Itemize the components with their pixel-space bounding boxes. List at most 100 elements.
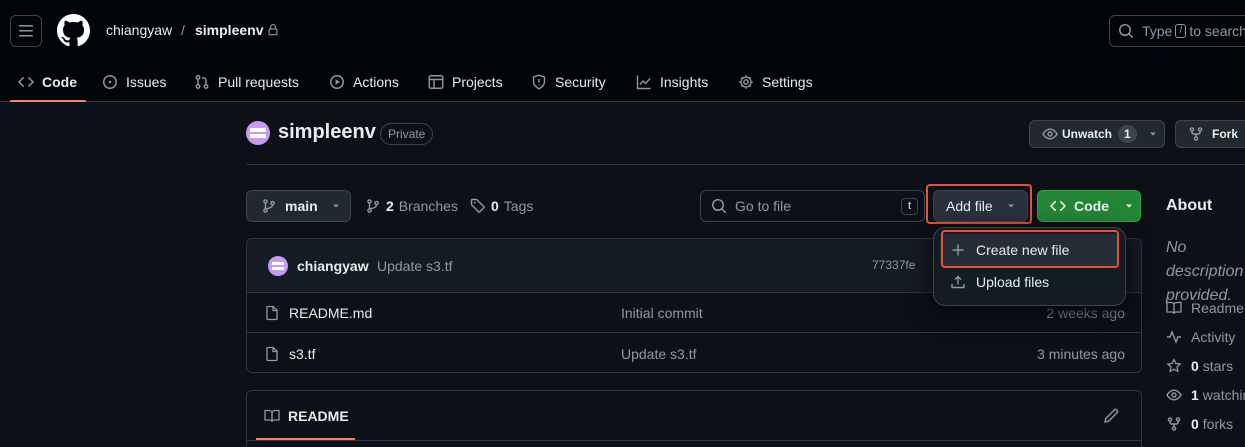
tab-actions[interactable]: Actions bbox=[329, 62, 399, 102]
fork-icon bbox=[1167, 417, 1181, 431]
add-file-button[interactable]: Add file bbox=[933, 190, 1028, 222]
about-activity-link[interactable]: Activity bbox=[1166, 329, 1235, 345]
file-row[interactable]: s3.tf Update s3.tf 3 minutes ago bbox=[247, 334, 1141, 372]
branches-label: Branches bbox=[398, 198, 458, 214]
branch-select-button[interactable]: main bbox=[246, 190, 351, 222]
breadcrumb-separator: / bbox=[181, 22, 185, 38]
tab-issues[interactable]: Issues bbox=[102, 62, 166, 102]
search-icon bbox=[712, 199, 727, 214]
readme-divider bbox=[247, 440, 1141, 441]
tab-code[interactable]: Code bbox=[18, 62, 77, 102]
stars-label: stars bbox=[1202, 358, 1234, 374]
commit-author[interactable]: chiangyaw bbox=[297, 258, 369, 274]
about-activity-label: Activity bbox=[1191, 329, 1236, 345]
search-icon bbox=[1119, 24, 1134, 39]
code-icon bbox=[18, 76, 34, 88]
fork-label: Fork bbox=[1212, 127, 1239, 141]
tab-label: Pull requests bbox=[218, 74, 299, 90]
visibility-badge: Private bbox=[380, 123, 434, 145]
eye-icon bbox=[1042, 128, 1058, 140]
issue-icon bbox=[103, 75, 117, 89]
tab-settings[interactable]: Settings bbox=[738, 62, 813, 102]
file-icon bbox=[266, 346, 278, 362]
book-icon bbox=[264, 409, 280, 423]
search-prefix: Type bbox=[1142, 23, 1173, 39]
fork-icon bbox=[1189, 127, 1203, 141]
tags-link[interactable]: 0 Tags bbox=[470, 198, 533, 214]
code-button-label: Code bbox=[1074, 198, 1109, 214]
repo-owner-avatar bbox=[246, 121, 270, 145]
breadcrumb-repo[interactable]: simpleenv bbox=[195, 22, 263, 38]
about-readme-link[interactable]: Readme bbox=[1166, 300, 1244, 316]
play-icon bbox=[330, 75, 344, 89]
about-watching-link[interactable]: 1 watching bbox=[1166, 387, 1245, 403]
commit-message[interactable]: Update s3.tf bbox=[377, 258, 453, 274]
tab-label: Issues bbox=[126, 74, 167, 90]
create-new-file-highlight bbox=[941, 230, 1119, 268]
branch-name: main bbox=[285, 198, 318, 214]
commit-sha[interactable]: 77337fe bbox=[872, 258, 915, 272]
file-commit-message[interactable]: Initial commit bbox=[621, 305, 703, 321]
global-header: chiangyaw / simpleenv Type / to search C… bbox=[0, 0, 1245, 102]
watching-label: watching bbox=[1202, 387, 1245, 403]
menu-button[interactable] bbox=[10, 15, 42, 47]
table-icon bbox=[428, 75, 444, 89]
tab-projects[interactable]: Projects bbox=[428, 62, 503, 102]
tab-label: Actions bbox=[353, 74, 399, 90]
tags-label: Tags bbox=[503, 198, 534, 214]
upload-files-item[interactable]: Upload files bbox=[940, 266, 1119, 298]
tab-label: Projects bbox=[452, 74, 503, 90]
file-commit-time: 2 weeks ago bbox=[1046, 305, 1125, 321]
tab-insights[interactable]: Insights bbox=[636, 62, 708, 102]
pencil-icon[interactable] bbox=[1103, 408, 1119, 424]
repo-title[interactable]: simpleenv bbox=[278, 121, 376, 144]
go-to-file-placeholder: Go to file bbox=[735, 198, 792, 214]
file-icon bbox=[266, 305, 278, 321]
tab-pull-requests[interactable]: Pull requests bbox=[194, 62, 299, 102]
branch-icon bbox=[367, 199, 379, 213]
gear-icon bbox=[739, 75, 753, 89]
unwatch-button[interactable]: Unwatch 1 bbox=[1029, 120, 1165, 148]
branches-count: 2 bbox=[386, 198, 394, 214]
watching-count: 1 bbox=[1191, 387, 1199, 403]
readme-tab[interactable]: README bbox=[264, 408, 349, 424]
tab-security[interactable]: Security bbox=[531, 62, 606, 102]
shield-icon bbox=[532, 74, 546, 90]
star-icon bbox=[1166, 358, 1182, 373]
forks-label: forks bbox=[1202, 416, 1234, 432]
chevron-down-icon bbox=[1007, 204, 1014, 208]
hamburger-icon bbox=[19, 25, 33, 37]
stars-count: 0 bbox=[1191, 358, 1199, 374]
header-divider bbox=[246, 164, 1245, 165]
lock-icon bbox=[268, 24, 278, 36]
chevron-down-icon bbox=[332, 204, 339, 208]
global-search-input[interactable]: Type / to search bbox=[1109, 15, 1245, 47]
go-to-file-input[interactable]: Go to file t bbox=[700, 190, 925, 222]
active-tab-indicator bbox=[10, 100, 86, 102]
search-suffix: to search bbox=[1189, 23, 1245, 39]
add-file-label: Add file bbox=[946, 198, 993, 214]
tags-count: 0 bbox=[491, 198, 499, 214]
book-icon bbox=[1166, 301, 1182, 315]
about-title: About bbox=[1166, 197, 1213, 214]
pull-request-icon bbox=[195, 75, 209, 89]
file-commit-message[interactable]: Update s3.tf bbox=[621, 346, 697, 362]
file-name[interactable]: s3.tf bbox=[289, 346, 315, 362]
about-readme-label: Readme bbox=[1191, 300, 1244, 316]
code-dropdown-button[interactable]: Code bbox=[1037, 190, 1141, 222]
github-logo-icon[interactable] bbox=[57, 14, 90, 47]
tab-label: Insights bbox=[660, 74, 709, 90]
search-shortcut-key: / bbox=[1175, 24, 1187, 38]
tag-icon bbox=[470, 198, 485, 213]
breadcrumb-owner[interactable]: chiangyaw bbox=[106, 22, 172, 38]
commit-author-avatar[interactable] bbox=[268, 256, 288, 276]
forks-count: 0 bbox=[1191, 416, 1199, 432]
about-stars-link[interactable]: 0 stars bbox=[1166, 358, 1233, 374]
branches-link[interactable]: 2 Branches bbox=[365, 198, 458, 214]
about-forks-link[interactable]: 0 forks bbox=[1166, 416, 1233, 432]
readme-tab-label: README bbox=[288, 408, 349, 424]
chevron-down-icon bbox=[1126, 204, 1132, 208]
file-name[interactable]: README.md bbox=[289, 305, 372, 321]
fork-button[interactable]: Fork bbox=[1175, 120, 1245, 148]
graph-icon bbox=[636, 75, 651, 90]
